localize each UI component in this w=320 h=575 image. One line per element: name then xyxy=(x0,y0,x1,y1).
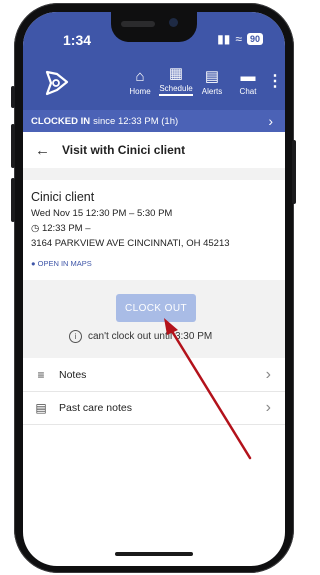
annotation-arrow xyxy=(164,318,252,460)
